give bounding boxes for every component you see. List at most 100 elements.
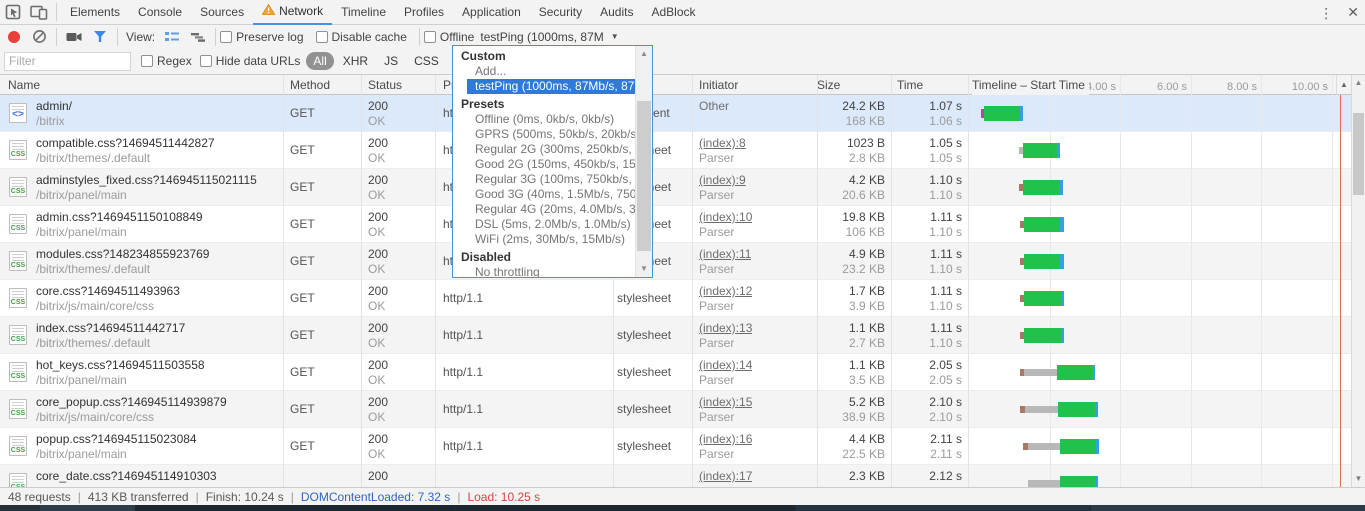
- tab-label: Timeline: [341, 0, 386, 24]
- column-header-status[interactable]: Status: [368, 75, 402, 95]
- request-time: 1.11 s: [842, 210, 962, 224]
- throttling-caret-icon[interactable]: ▼: [611, 32, 619, 41]
- request-initiator[interactable]: (index):13: [699, 321, 752, 335]
- throttling-select[interactable]: testPing (1000ms, 87M: [480, 30, 603, 44]
- table-row[interactable]: CSSindex.css?14694511442717/bitrix/theme…: [0, 317, 1351, 354]
- dropdown-option[interactable]: Offline (0ms, 0kb/s, 0kb/s): [453, 112, 635, 127]
- close-devtools-icon[interactable]: ✕: [1347, 4, 1359, 21]
- request-status-code: 200: [368, 395, 388, 409]
- table-row[interactable]: CSSadmin.css?1469451150108849/bitrix/pan…: [0, 206, 1351, 243]
- offline-checkbox[interactable]: [424, 31, 436, 43]
- dropdown-option[interactable]: Regular 2G (300ms, 250kb/s, 50kb/s): [453, 142, 635, 157]
- hide-data-urls-checkbox[interactable]: [200, 55, 212, 67]
- record-button[interactable]: [8, 31, 20, 43]
- request-initiator[interactable]: (index):9: [699, 173, 746, 187]
- dropdown-option[interactable]: Regular 4G (20ms, 4.0Mb/s, 3.0Mb/s): [453, 202, 635, 217]
- table-row[interactable]: CSSadminstyles_fixed.css?146945115021115…: [0, 169, 1351, 206]
- request-initiator[interactable]: (index):11: [699, 247, 751, 261]
- column-header-timeline[interactable]: Timeline – Start Time: [972, 75, 1089, 95]
- dropdown-option[interactable]: Regular 3G (100ms, 750kb/s, 250kb/s): [453, 172, 635, 187]
- dropdown-scrollbar-thumb[interactable]: [637, 101, 651, 251]
- dropdown-section-custom: Custom: [453, 49, 635, 64]
- tab-elements[interactable]: Elements: [61, 0, 129, 25]
- offline-label: Offline: [440, 30, 474, 44]
- table-row[interactable]: CSSmodules.css?148234855923769/bitrix/th…: [0, 243, 1351, 280]
- type-filter-all[interactable]: All: [306, 52, 333, 70]
- request-path: /bitrix/js/main/core/css: [36, 410, 154, 424]
- timeline-gridline: [1261, 75, 1262, 487]
- file-icon-glyph: CSS: [10, 373, 26, 380]
- capture-screenshots-icon[interactable]: [61, 25, 87, 49]
- preserve-log-checkbox[interactable]: [220, 31, 232, 43]
- request-method: GET: [290, 280, 315, 317]
- scroll-up-icon[interactable]: ▲: [1352, 75, 1365, 91]
- request-initiator[interactable]: (index):16: [699, 432, 752, 446]
- request-status-code: 200: [368, 247, 388, 261]
- table-row[interactable]: CSScore_popup.css?146945114939879/bitrix…: [0, 391, 1351, 428]
- table-row[interactable]: CSScompatible.css?14694511442827/bitrix/…: [0, 132, 1351, 169]
- more-options-icon[interactable]: ⋮: [1319, 8, 1333, 18]
- scrollbar-thumb[interactable]: [1353, 113, 1364, 195]
- table-scrollbar[interactable]: ▲ ▼: [1351, 75, 1365, 487]
- request-initiator-detail: Parser: [699, 299, 734, 313]
- type-filter-js[interactable]: JS: [377, 52, 405, 70]
- column-header-method[interactable]: Method: [290, 75, 330, 95]
- large-request-rows-icon[interactable]: [159, 25, 185, 49]
- regex-checkbox[interactable]: [141, 55, 153, 67]
- filter-funnel-icon[interactable]: [87, 25, 113, 49]
- dropdown-option[interactable]: No throttling: [453, 265, 635, 278]
- column-header-time[interactable]: Time: [897, 75, 923, 95]
- tab-console[interactable]: Console: [129, 0, 191, 25]
- tab-profiles[interactable]: Profiles: [395, 0, 453, 25]
- finish-time: Finish: 10.24 s: [206, 490, 284, 504]
- request-initiator[interactable]: (index):14: [699, 358, 752, 372]
- table-row[interactable]: CSShot_keys.css?14694511503558/bitrix/pa…: [0, 354, 1351, 391]
- tab-audits[interactable]: Audits: [591, 0, 642, 25]
- dropdown-option[interactable]: Add...: [453, 64, 635, 79]
- tab-timeline[interactable]: Timeline: [332, 0, 395, 25]
- dropdown-scrollbar[interactable]: ▲ ▼: [635, 46, 652, 277]
- table-row[interactable]: CSSpopup.css?146945115023084/bitrix/pane…: [0, 428, 1351, 465]
- table-row[interactable]: <>admin//bitrixGET200OKhttp/1.1documentO…: [0, 95, 1351, 132]
- file-icon-lines: [12, 143, 24, 151]
- table-row[interactable]: CSScore.css?14694511493963/bitrix/js/mai…: [0, 280, 1351, 317]
- tab-application[interactable]: Application: [453, 0, 530, 25]
- timeline-sort-button[interactable]: ▲: [1336, 75, 1351, 95]
- tab-network[interactable]: Network: [253, 0, 332, 25]
- throttling-dropdown: CustomAdd...testPing (1000ms, 87Mb/s, 87…: [452, 45, 653, 278]
- request-name: admin.css?1469451150108849: [36, 210, 203, 224]
- request-status-code: 200: [368, 173, 388, 187]
- tab-security[interactable]: Security: [530, 0, 591, 25]
- dropdown-scroll-down-icon[interactable]: ▼: [636, 261, 652, 277]
- request-initiator[interactable]: (index):12: [699, 284, 752, 298]
- request-initiator[interactable]: (index):17: [699, 469, 752, 483]
- type-filter-xhr[interactable]: XHR: [336, 52, 375, 70]
- dropdown-option[interactable]: DSL (5ms, 2.0Mb/s, 1.0Mb/s): [453, 217, 635, 232]
- request-method: GET: [290, 206, 315, 243]
- timeline-tick-label: 6.00 s: [1135, 81, 1187, 93]
- dropdown-option[interactable]: WiFi (2ms, 30Mb/s, 15Mb/s): [453, 232, 635, 247]
- disable-cache-checkbox[interactable]: [316, 31, 328, 43]
- show-overview-icon[interactable]: [185, 25, 211, 49]
- request-initiator[interactable]: (index):15: [699, 395, 752, 409]
- request-initiator[interactable]: (index):8: [699, 136, 746, 150]
- type-filter-css[interactable]: CSS: [407, 52, 446, 70]
- dropdown-option[interactable]: Good 2G (150ms, 450kb/s, 150kb/s): [453, 157, 635, 172]
- column-header-initiator[interactable]: Initiator: [699, 75, 738, 95]
- filter-input[interactable]: [4, 52, 131, 71]
- column-header-name[interactable]: Name: [8, 75, 40, 95]
- tab-sources[interactable]: Sources: [191, 0, 253, 25]
- inspect-element-icon[interactable]: [0, 0, 26, 24]
- request-initiator[interactable]: (index):10: [699, 210, 752, 224]
- clear-requests-icon[interactable]: [26, 25, 52, 49]
- scroll-down-icon[interactable]: ▼: [1352, 471, 1365, 487]
- css-file-icon: CSS: [9, 214, 27, 234]
- dropdown-option[interactable]: GPRS (500ms, 50kb/s, 20kb/s): [453, 127, 635, 142]
- tab-adblock[interactable]: AdBlock: [642, 0, 704, 25]
- column-header-size[interactable]: Size: [817, 75, 840, 95]
- dropdown-option[interactable]: Good 3G (40ms, 1.5Mb/s, 750kb/s): [453, 187, 635, 202]
- table-row[interactable]: CSScore_date.css?146945114910303200(inde…: [0, 465, 1351, 487]
- dropdown-option[interactable]: testPing (1000ms, 87Mb/s, 87Mb/s): [467, 79, 637, 94]
- dropdown-scroll-up-icon[interactable]: ▲: [636, 46, 652, 62]
- device-toolbar-icon[interactable]: [26, 0, 52, 24]
